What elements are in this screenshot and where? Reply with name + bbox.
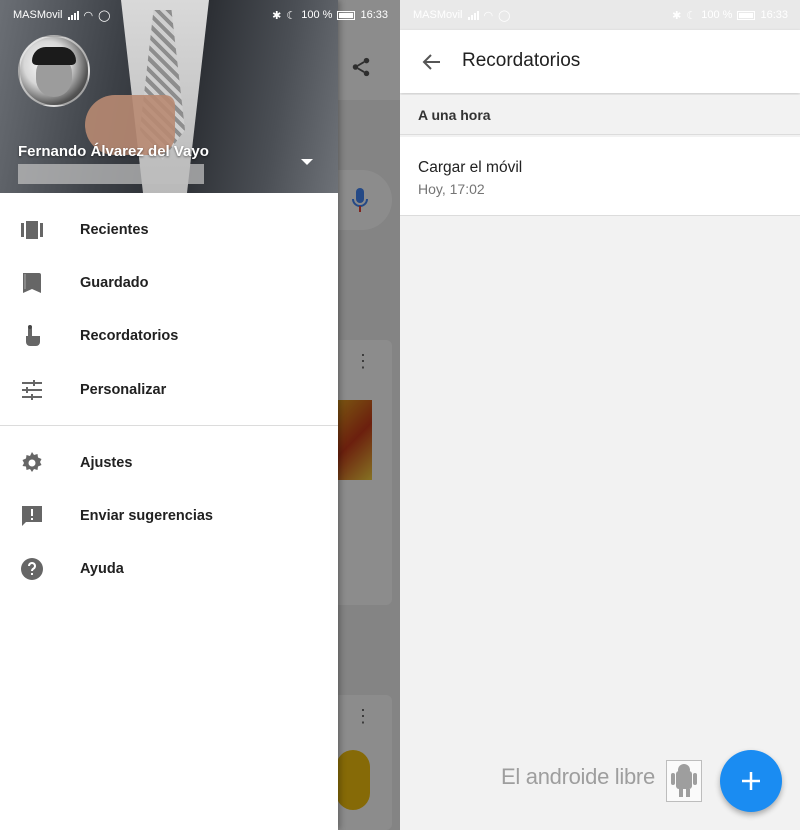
tune-sliders-icon bbox=[20, 378, 44, 402]
drawer-item-label: Recientes bbox=[80, 221, 149, 238]
carrier-label: MASMovil bbox=[413, 9, 463, 21]
drawer-item-ayuda[interactable]: Ayuda bbox=[0, 543, 338, 596]
add-reminder-button[interactable] bbox=[720, 750, 782, 812]
avatar[interactable] bbox=[18, 35, 90, 107]
drawer-menu: Recientes Guardado Recordatorios Persona… bbox=[0, 203, 338, 596]
drawer-item-label: Recordatorios bbox=[80, 328, 179, 345]
recent-cards-icon bbox=[20, 218, 44, 242]
drawer-item-guardado[interactable]: Guardado bbox=[0, 256, 338, 309]
reminder-title: Cargar el móvil bbox=[418, 159, 523, 176]
carrier-label: MASMovil bbox=[13, 9, 63, 21]
moon-icon: ☾ bbox=[286, 9, 297, 22]
watermark-text: El androide libre bbox=[501, 764, 655, 789]
drawer-item-label: Enviar sugerencias bbox=[80, 508, 213, 525]
wifi-icon: ◠ bbox=[83, 9, 94, 22]
status-bar: MASMovil ◠ ◯ ✱ ☾ 100 % 16:33 bbox=[400, 0, 800, 30]
plus-icon bbox=[742, 772, 760, 790]
status-bar: MASMovil ◠ ◯ ✱ ☾ 100 % 16:33 bbox=[0, 0, 400, 30]
battery-icon bbox=[737, 10, 756, 20]
gear-icon bbox=[20, 451, 44, 475]
clock: 16:33 bbox=[360, 9, 388, 21]
battery-icon bbox=[337, 10, 356, 20]
help-icon bbox=[20, 557, 44, 581]
drawer-item-recordatorios[interactable]: Recordatorios bbox=[0, 310, 338, 363]
section-header-label: A una hora bbox=[418, 107, 491, 123]
account-name: Fernando Álvarez del Vayo bbox=[18, 143, 209, 160]
bluetooth-icon: ✱ bbox=[272, 9, 282, 22]
drawer-divider bbox=[0, 425, 338, 427]
moon-icon: ☾ bbox=[686, 9, 697, 22]
signal-icon bbox=[67, 10, 79, 20]
battery-percent: 100 % bbox=[701, 9, 733, 21]
drawer-item-label: Guardado bbox=[80, 274, 149, 291]
signal-icon bbox=[467, 10, 479, 20]
left-screen: ⋮ ⋮ Fernando Álvarez del Vayo Recientes … bbox=[0, 0, 400, 830]
drawer-item-personalizar[interactable]: Personalizar bbox=[0, 363, 338, 416]
drawer-item-label: Personalizar bbox=[80, 381, 167, 398]
feedback-icon bbox=[20, 504, 44, 528]
whatsapp-icon: ◯ bbox=[498, 9, 511, 22]
reminder-hand-icon bbox=[20, 324, 44, 348]
bookmark-icon bbox=[20, 271, 44, 295]
back-arrow-icon[interactable] bbox=[420, 50, 444, 74]
navigation-drawer: Fernando Álvarez del Vayo Recientes Guar… bbox=[0, 0, 338, 830]
android-robot-logo bbox=[666, 760, 702, 802]
app-bar: Recordatorios bbox=[400, 30, 800, 93]
account-switcher-icon[interactable] bbox=[301, 159, 313, 165]
section-header: A una hora bbox=[400, 95, 800, 135]
avatar-hair bbox=[32, 47, 76, 65]
right-screen: MASMovil ◠ ◯ ✱ ☾ 100 % 16:33 Recordatori… bbox=[400, 0, 800, 830]
drawer-item-recientes[interactable]: Recientes bbox=[0, 203, 338, 256]
battery-percent: 100 % bbox=[301, 9, 333, 21]
drawer-item-enviar-sugerencias[interactable]: Enviar sugerencias bbox=[0, 489, 338, 542]
account-email-redacted bbox=[18, 164, 204, 184]
drawer-item-label: Ayuda bbox=[80, 561, 124, 578]
page-title: Recordatorios bbox=[462, 50, 581, 71]
whatsapp-icon: ◯ bbox=[98, 9, 111, 22]
clock: 16:33 bbox=[760, 9, 788, 21]
reminder-item[interactable]: Cargar el móvil Hoy, 17:02 bbox=[400, 137, 800, 216]
wifi-icon: ◠ bbox=[483, 9, 494, 22]
drawer-item-label: Ajustes bbox=[80, 454, 133, 471]
drawer-item-ajustes[interactable]: Ajustes bbox=[0, 436, 338, 489]
bluetooth-icon: ✱ bbox=[672, 9, 682, 22]
reminder-time: Hoy, 17:02 bbox=[418, 181, 485, 197]
